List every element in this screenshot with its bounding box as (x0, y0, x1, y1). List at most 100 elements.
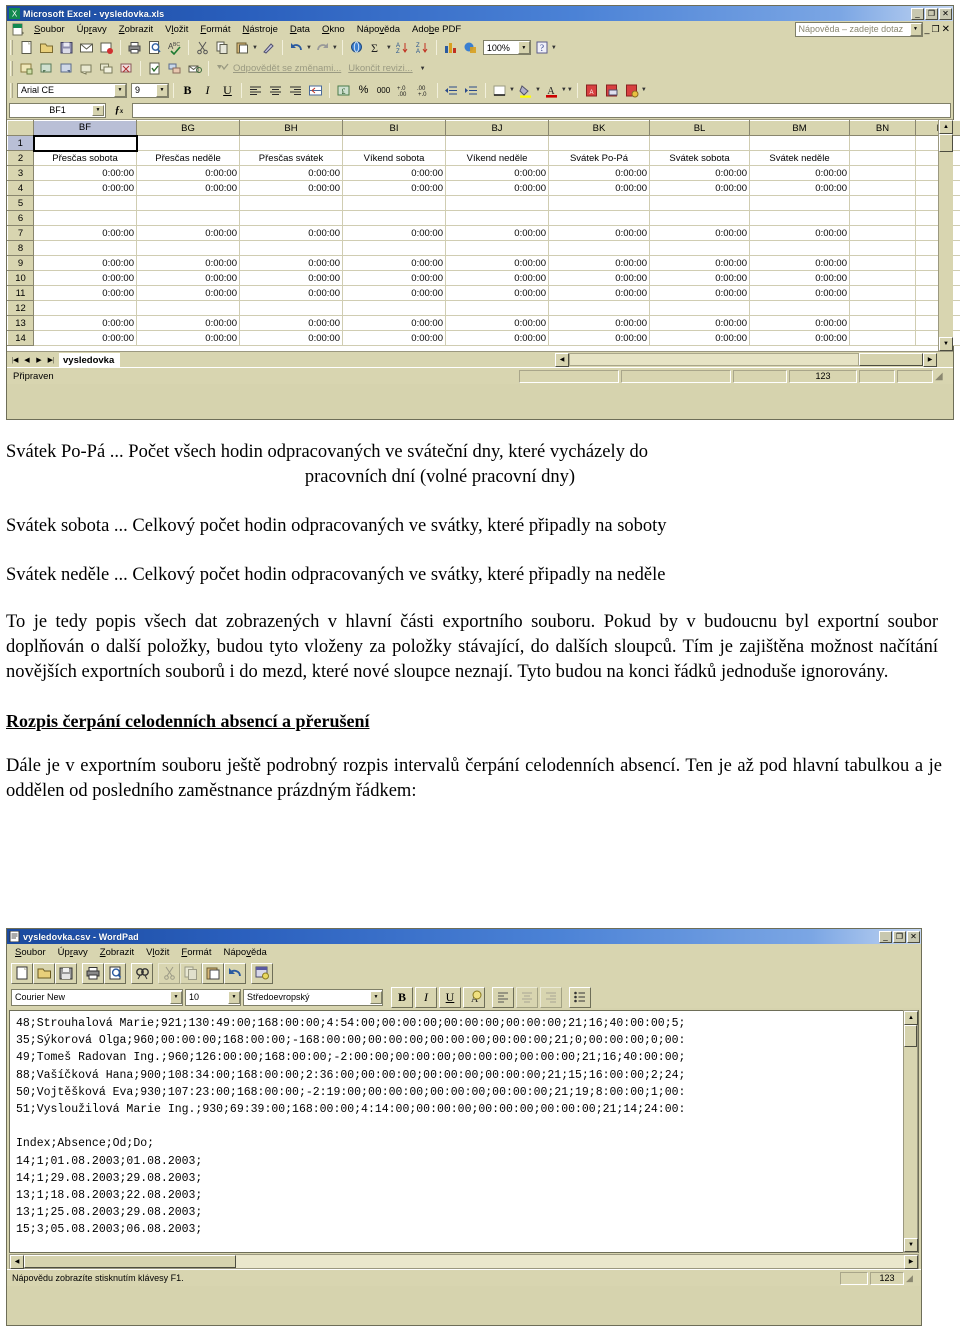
wp-horizontal-scroll-track[interactable] (236, 1255, 904, 1268)
cell-BG13[interactable]: 0:00:00 (136, 315, 240, 331)
wp-font-color-icon[interactable]: A (463, 986, 485, 1008)
cell-BH7[interactable]: 0:00:00 (239, 225, 343, 241)
cell-BJ14[interactable]: 0:00:00 (445, 330, 549, 346)
cell-BF14[interactable]: 0:00:00 (33, 330, 137, 346)
scroll-right-button[interactable]: ▶ (923, 352, 937, 367)
chevron-down-icon[interactable]: ▼ (909, 22, 922, 36)
vertical-scroll-thumb[interactable] (939, 134, 953, 152)
chevron-down-icon[interactable]: ▼ (170, 990, 182, 1004)
vertical-scrollbar[interactable]: ▲ ▼ (938, 120, 953, 351)
cell-BJ10[interactable]: 0:00:00 (445, 270, 549, 286)
cell-BL8[interactable] (649, 240, 750, 256)
save-icon[interactable] (57, 39, 76, 57)
row-header-5[interactable]: 5 (7, 195, 34, 211)
chevron-down-icon[interactable]: ▼ (114, 83, 126, 97)
cell-BN13[interactable] (849, 315, 916, 331)
cell-BJ3[interactable]: 0:00:00 (445, 165, 549, 181)
cell-BM8[interactable] (749, 240, 850, 256)
cell-BF13[interactable]: 0:00:00 (33, 315, 137, 331)
cell-BI3[interactable]: 0:00:00 (342, 165, 446, 181)
paste-icon[interactable] (233, 39, 252, 57)
column-header-BI[interactable]: BI (342, 120, 446, 136)
cell-BH4[interactable]: 0:00:00 (239, 180, 343, 196)
toolbar-options-icon[interactable]: ▼ (567, 87, 573, 93)
cell-BN12[interactable] (849, 300, 916, 316)
column-header-BG[interactable]: BG (136, 120, 240, 136)
cell-BI12[interactable] (342, 300, 446, 316)
new-icon[interactable] (17, 39, 36, 57)
permission-icon[interactable] (97, 39, 116, 57)
toolbar-grip[interactable] (10, 82, 13, 98)
cell-BI13[interactable]: 0:00:00 (342, 315, 446, 331)
cell-BJ9[interactable]: 0:00:00 (445, 255, 549, 271)
undo-icon[interactable] (224, 962, 246, 984)
cell-BM5[interactable] (749, 195, 850, 211)
cell-BG1[interactable] (136, 135, 240, 151)
hyperlink-icon[interactable] (347, 39, 366, 57)
cell-BK14[interactable]: 0:00:00 (548, 330, 650, 346)
row-header-11[interactable]: 11 (7, 285, 34, 301)
cell-BG11[interactable]: 0:00:00 (136, 285, 240, 301)
cell-BI6[interactable] (342, 210, 446, 226)
wp-horizontal-scroll-thumb[interactable] (24, 1255, 236, 1268)
cell-BK11[interactable]: 0:00:00 (548, 285, 650, 301)
align-center-icon[interactable] (266, 81, 285, 99)
cell-BJ8[interactable] (445, 240, 549, 256)
cell-BI10[interactable]: 0:00:00 (342, 270, 446, 286)
decrease-decimal-icon[interactable]: .00 +.0 (414, 81, 433, 99)
cell-BL4[interactable]: 0:00:00 (649, 180, 750, 196)
wp-menu-napoveda[interactable]: Nápověda (217, 946, 272, 959)
scroll-down-button[interactable]: ▼ (939, 337, 953, 351)
ask-a-question-box[interactable]: Nápověda – zadejte dotaz ▼ (794, 21, 923, 37)
cell-BF7[interactable]: 0:00:00 (33, 225, 137, 241)
cell-BF8[interactable] (33, 240, 137, 256)
align-left-icon[interactable] (246, 81, 265, 99)
row-header-12[interactable]: 12 (7, 300, 34, 316)
cell-BI2[interactable]: Víkend sobota (342, 150, 446, 166)
show-all-comments-icon[interactable] (97, 60, 116, 78)
menu-zobrazit[interactable]: Zobrazit (113, 23, 159, 36)
cell-BK10[interactable]: 0:00:00 (548, 270, 650, 286)
cell-BM11[interactable]: 0:00:00 (749, 285, 850, 301)
scroll-left-button[interactable]: ◀ (555, 352, 569, 367)
underline-button[interactable]: U (218, 81, 237, 99)
maximize-button[interactable]: ❐ (893, 930, 906, 943)
cell-BG10[interactable]: 0:00:00 (136, 270, 240, 286)
print-icon[interactable] (82, 962, 104, 984)
column-header-BJ[interactable]: BJ (445, 120, 549, 136)
percent-style-button[interactable]: % (354, 81, 373, 99)
sheet-tab-vysledovka[interactable]: vysledovka (59, 352, 121, 367)
mark-complete-icon[interactable] (145, 60, 164, 78)
italic-button[interactable]: I (198, 81, 217, 99)
column-header-BF[interactable]: BF (33, 120, 137, 136)
cell-BJ6[interactable] (445, 210, 549, 226)
sort-ascending-icon[interactable]: AZ (393, 39, 412, 57)
cell-BK13[interactable]: 0:00:00 (548, 315, 650, 331)
column-header-BH[interactable]: BH (239, 120, 343, 136)
cell-BM13[interactable]: 0:00:00 (749, 315, 850, 331)
autosum-icon[interactable]: Σ (367, 39, 386, 57)
show-comment-icon[interactable] (77, 60, 96, 78)
cell-BN3[interactable] (849, 165, 916, 181)
cell-BK3[interactable]: 0:00:00 (548, 165, 650, 181)
cell-BI4[interactable]: 0:00:00 (342, 180, 446, 196)
cell-BN4[interactable] (849, 180, 916, 196)
routing-icon[interactable] (165, 60, 184, 78)
doc-restore-button[interactable]: ❐ (932, 24, 940, 35)
cell-BF1[interactable] (32, 134, 138, 152)
cell-BI7[interactable]: 0:00:00 (342, 225, 446, 241)
undo-icon[interactable] (287, 39, 306, 57)
increase-decimal-icon[interactable]: +.0.00 (394, 81, 413, 99)
cell-BN7[interactable] (849, 225, 916, 241)
cell-BK6[interactable] (548, 210, 650, 226)
cell-BJ4[interactable]: 0:00:00 (445, 180, 549, 196)
cell-BI14[interactable]: 0:00:00 (342, 330, 446, 346)
merge-cells-icon[interactable] (306, 81, 325, 99)
cell-BG4[interactable]: 0:00:00 (136, 180, 240, 196)
cell-BI11[interactable]: 0:00:00 (342, 285, 446, 301)
maximize-button[interactable]: ❐ (925, 7, 938, 20)
borders-dropdown-icon[interactable]: ▼ (509, 87, 515, 93)
spelling-icon[interactable]: A BC (165, 39, 184, 57)
cell-BK12[interactable] (548, 300, 650, 316)
cell-BF5[interactable] (33, 195, 137, 211)
